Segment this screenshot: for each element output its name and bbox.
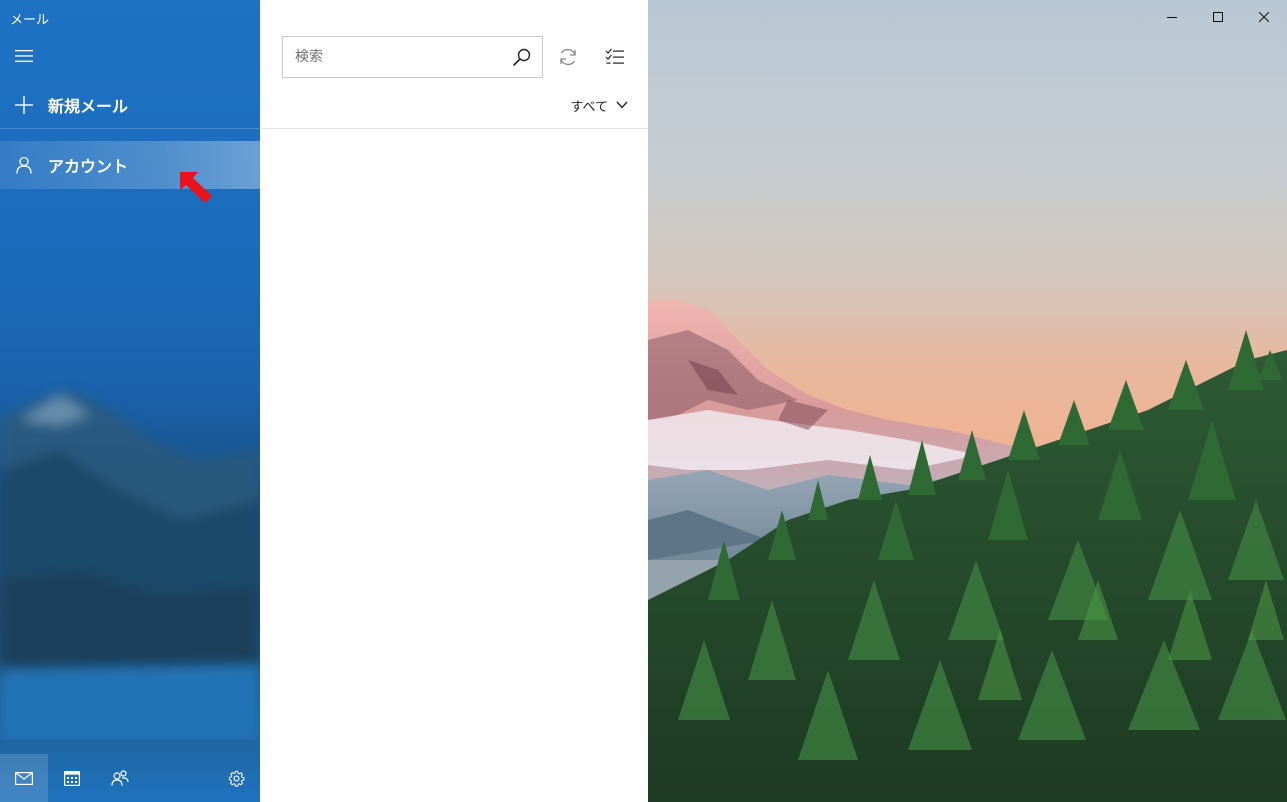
- red-arrow-annotation: [180, 172, 212, 203]
- search-box: [282, 36, 543, 78]
- new-mail-label: 新規メール: [48, 97, 129, 116]
- filter-label: すべて: [570, 99, 608, 115]
- account-label: アカウント: [48, 157, 129, 176]
- chevron-down-icon: [616, 101, 628, 109]
- message-list-pane: すべて: [260, 0, 648, 802]
- calendar-switch-button[interactable]: [48, 754, 96, 802]
- new-mail-button[interactable]: 新規メール: [0, 81, 260, 129]
- filter-dropdown[interactable]: すべて: [570, 94, 628, 116]
- plus-icon: [12, 93, 36, 117]
- bottom-app-bar: [0, 754, 260, 802]
- settings-button[interactable]: [212, 754, 260, 802]
- calendar-icon: [64, 771, 80, 786]
- sync-button[interactable]: [554, 43, 582, 71]
- account-button[interactable]: アカウント: [0, 141, 260, 189]
- people-switch-button[interactable]: [96, 754, 144, 802]
- mail-icon: [15, 771, 33, 785]
- hamburger-icon: [15, 50, 33, 62]
- landscape-background-image: [648, 300, 1287, 802]
- hamburger-menu-button[interactable]: [10, 42, 38, 70]
- close-button[interactable]: [1241, 0, 1287, 34]
- sync-icon: [560, 49, 576, 65]
- search-icon: [513, 48, 531, 66]
- close-icon: [1259, 12, 1269, 22]
- mail-switch-button[interactable]: [0, 754, 48, 802]
- nav-background-landscape: [0, 390, 260, 740]
- navigation-pane: メール 新規メール アカウント: [0, 0, 260, 802]
- search-button[interactable]: [502, 37, 542, 77]
- person-icon: [12, 153, 36, 177]
- maximize-icon: [1213, 12, 1223, 22]
- checklist-icon: [605, 48, 624, 64]
- people-icon: [111, 770, 129, 786]
- selection-mode-button[interactable]: [601, 43, 629, 71]
- gear-icon: [228, 770, 244, 787]
- minimize-button[interactable]: [1149, 0, 1195, 34]
- reading-pane: [648, 0, 1287, 802]
- nav-divider: [0, 128, 260, 129]
- app-title: メール: [10, 13, 50, 28]
- minimize-icon: [1167, 17, 1177, 18]
- maximize-button[interactable]: [1195, 0, 1241, 34]
- list-divider: [260, 128, 648, 129]
- window-controls: [1149, 0, 1287, 34]
- search-input[interactable]: [283, 37, 502, 77]
